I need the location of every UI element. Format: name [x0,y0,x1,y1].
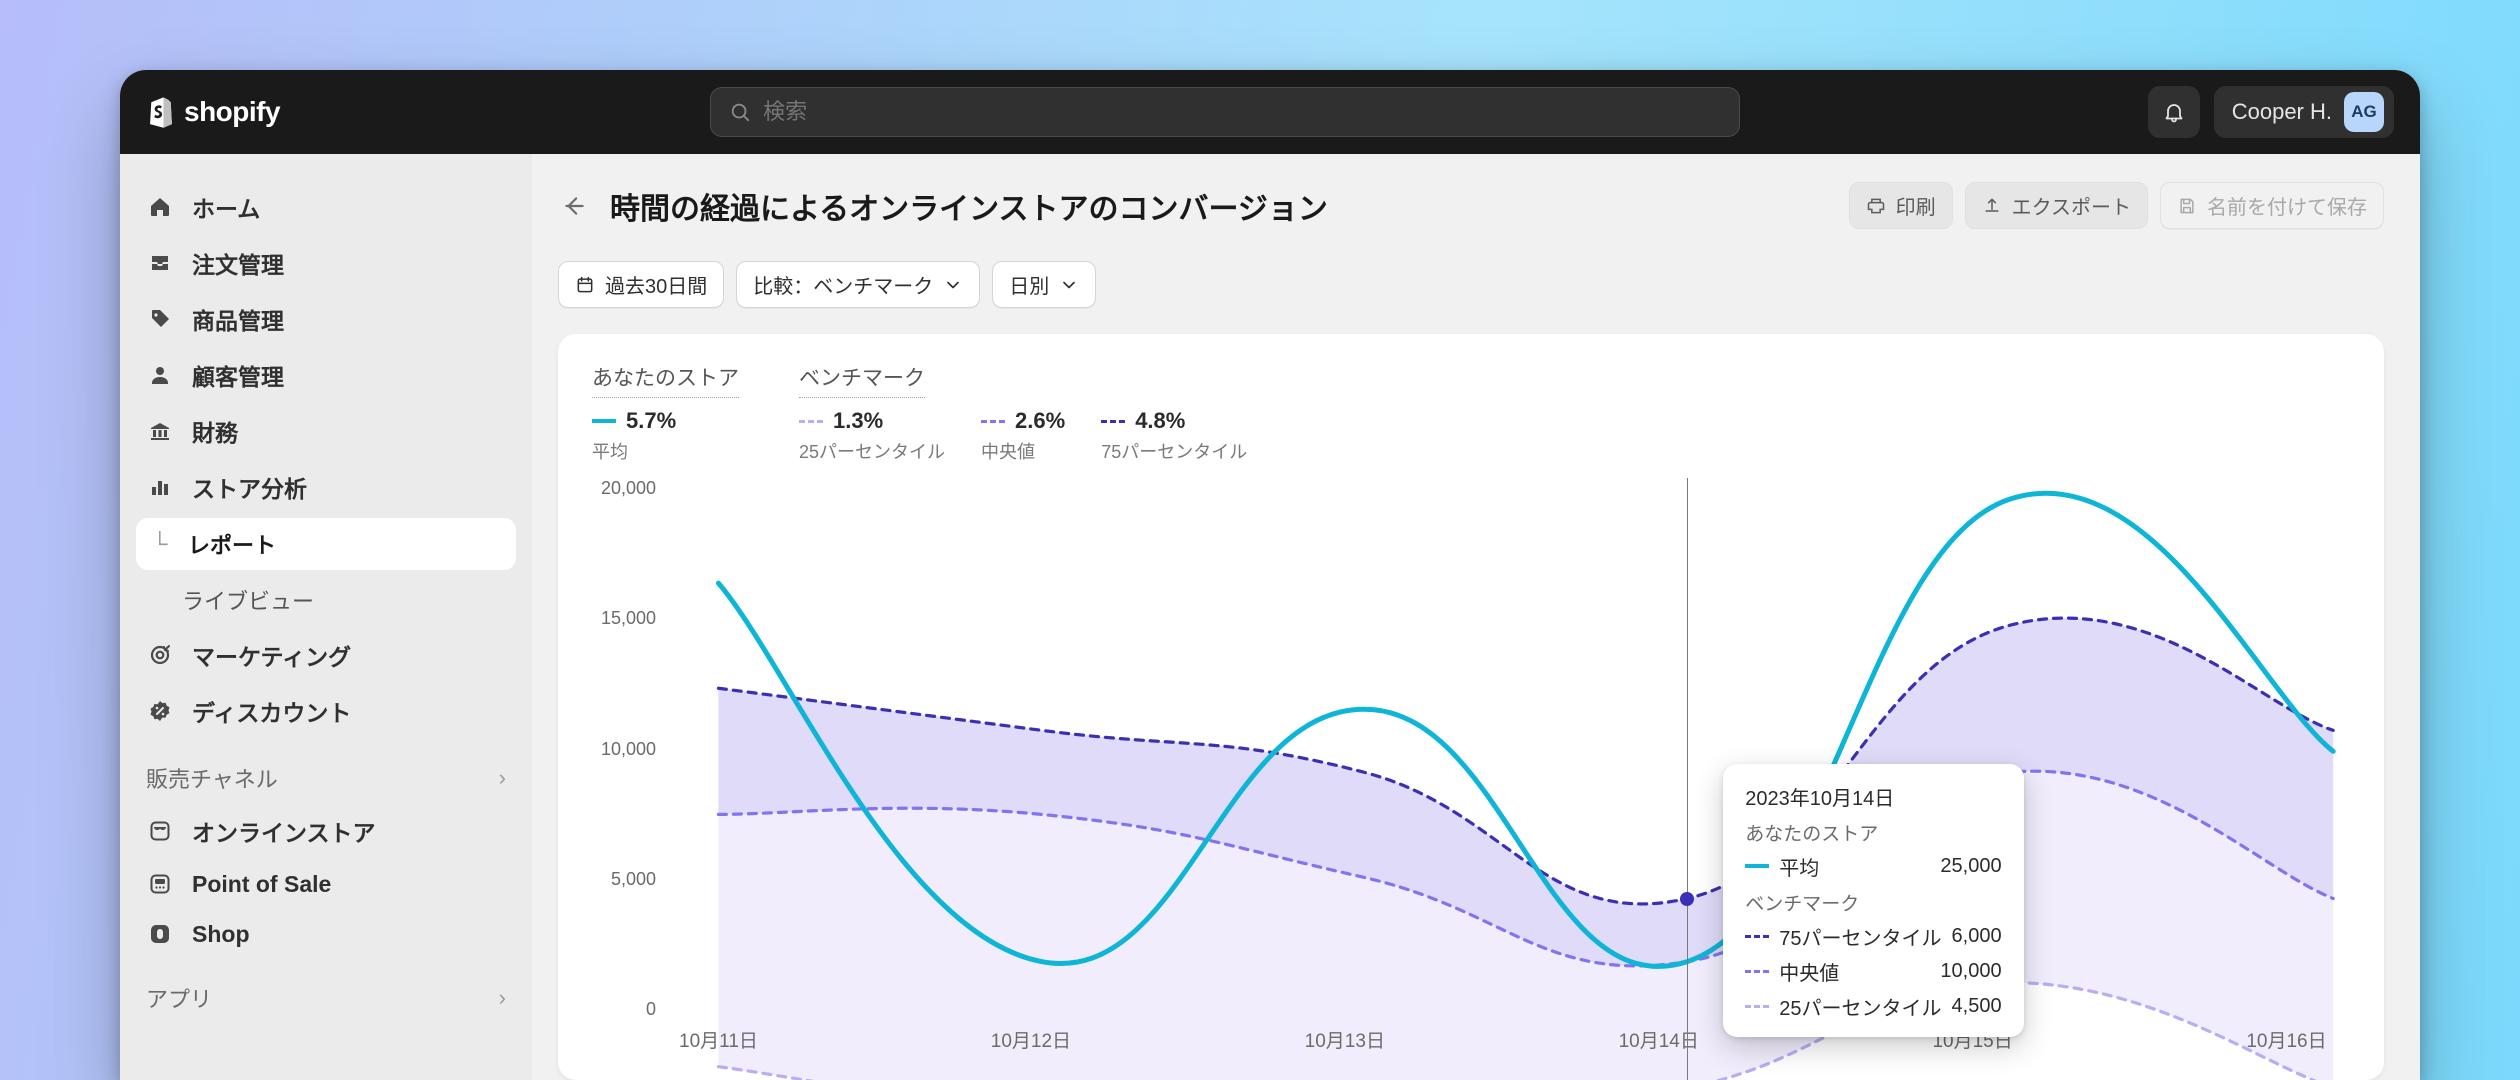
chevron-right-icon: › [499,985,506,1011]
sidebar-item-pos[interactable]: Point of Sale [130,860,522,908]
print-button[interactable]: 印刷 [1849,182,1953,229]
user-menu[interactable]: Cooper H. AG [2214,86,2394,138]
user-name: Cooper H. [2232,99,2332,125]
date-range-select[interactable]: 過去30日間 [558,261,724,308]
sidebar-section-apps[interactable]: アプリ › [130,960,522,1022]
legend-stat-p25: 1.3% 25パーセンタイル [799,408,945,464]
legend-stat-median: 2.6% 中央値 [981,408,1065,464]
main: 時間の経過によるオンラインストアのコンバージョン 印刷 エクスポート 名前を付け… [532,154,2420,1080]
chart[interactable]: 20,000 15,000 10,000 5,000 0 10月11日 10月1… [592,478,2350,1060]
chart-card: あなたのストア 5.7% 平均 ベンチマーク 1.3% [558,334,2384,1080]
swatch-avg-icon [1745,864,1769,868]
search-input[interactable] [763,99,1721,125]
y-axis-labels: 20,000 15,000 10,000 5,000 0 [592,478,656,1020]
upload-icon [1982,196,2002,216]
shop-icon [146,920,174,948]
person-icon [146,361,174,389]
topbar: shopify Cooper H. AG [120,70,2420,154]
compare-select[interactable]: 比較：ベンチマーク [736,261,980,308]
crosshair-line [1687,478,1688,1080]
sidebar-item-label: ディスカウント [192,694,351,728]
sidebar-item-label: ホーム [192,190,260,224]
home-icon [146,193,174,221]
store-icon [146,817,174,845]
legend-stat-avg: 5.7% 平均 [592,408,676,464]
search-box[interactable] [710,87,1740,137]
target-icon [146,641,174,669]
grouping-select[interactable]: 日別 [992,261,1096,308]
swatch-p25-icon [1745,1005,1769,1008]
chevron-down-icon [943,275,963,295]
legend-stat-p75: 4.8% 75パーセンタイル [1101,408,1247,464]
bell-icon [2162,100,2186,124]
chevron-right-icon: › [499,765,506,791]
save-icon [2177,196,2197,216]
sidebar-item-discounts[interactable]: ディスカウント [130,684,522,738]
sidebar: ホーム 注文管理 商品管理 顧客管理 財務 ストア分析 [120,154,532,1080]
sidebar-item-label: 財務 [192,414,238,448]
bank-icon [146,417,174,445]
legend: あなたのストア 5.7% 平均 ベンチマーク 1.3% [592,362,2350,464]
swatch-avg-icon [592,419,616,423]
discount-icon [146,697,174,725]
page-header: 時間の経過によるオンラインストアのコンバージョン 印刷 エクスポート 名前を付け… [558,182,2384,229]
sidebar-item-onlinestore[interactable]: オンラインストア [130,804,522,858]
swatch-p25-icon [799,420,823,423]
search-icon [729,101,751,123]
sidebar-item-finance[interactable]: 財務 [130,404,522,458]
swatch-median-icon [981,420,1005,423]
sidebar-item-label: 注文管理 [192,246,284,280]
sidebar-item-analytics[interactable]: ストア分析 [130,460,522,514]
swatch-median-icon [1745,970,1769,973]
sidebar-section-channels[interactable]: 販売チャネル › [130,740,522,802]
back-button[interactable] [558,190,590,222]
chevron-down-icon [1059,275,1079,295]
sidebar-item-label: 商品管理 [192,302,284,336]
legend-your-store-title: あなたのストア [592,362,739,398]
sidebar-item-label: Shop [192,921,250,948]
swatch-p75-icon [1745,935,1769,938]
sidebar-item-label: ライブビュー [182,584,314,616]
sidebar-item-label: ストア分析 [192,470,307,504]
tag-icon [146,305,174,333]
corner-icon: └ [152,531,168,557]
print-icon [1866,196,1886,216]
legend-benchmark-title: ベンチマーク [799,362,925,398]
sidebar-item-label: オンラインストア [192,814,376,848]
notifications-button[interactable] [2148,86,2200,138]
avatar: AG [2344,92,2384,132]
sidebar-item-customers[interactable]: 顧客管理 [130,348,522,402]
x-axis-labels: 10月11日 10月12日 10月13日 10月14日 10月15日 10月16… [668,1026,2350,1060]
shopify-logo: shopify [146,95,280,129]
export-button[interactable]: エクスポート [1965,182,2148,229]
brand-text: shopify [184,96,280,128]
sidebar-item-orders[interactable]: 注文管理 [130,236,522,290]
pos-icon [146,870,174,898]
save-as-button[interactable]: 名前を付けて保存 [2160,182,2384,229]
chart-tooltip: 2023年10月14日 あなたのストア 平均 25,000 ベンチマーク 75パ… [1723,764,2023,1037]
filter-bar: 過去30日間 比較：ベンチマーク 日別 [558,261,2384,308]
swatch-p75-icon [1101,420,1125,423]
sidebar-item-marketing[interactable]: マーケティング [130,628,522,682]
page-title: 時間の経過によるオンラインストアのコンバージョン [610,184,1328,228]
sidebar-item-shop[interactable]: Shop [130,910,522,958]
sidebar-subitem-liveview[interactable]: ライブビュー [130,574,522,626]
arrow-left-icon [561,193,587,219]
sidebar-subitem-reports[interactable]: └ レポート [136,518,516,570]
inbox-icon [146,249,174,277]
crosshair-dot [1680,892,1694,906]
calendar-icon [575,275,595,295]
sidebar-item-label: マーケティング [192,638,351,672]
plot-area [668,478,2350,1080]
sidebar-item-label: 顧客管理 [192,358,284,392]
sidebar-item-label: レポート [188,528,276,560]
sidebar-item-products[interactable]: 商品管理 [130,292,522,346]
sidebar-item-label: Point of Sale [192,871,331,898]
sidebar-item-home[interactable]: ホーム [130,180,522,234]
bars-icon [146,473,174,501]
